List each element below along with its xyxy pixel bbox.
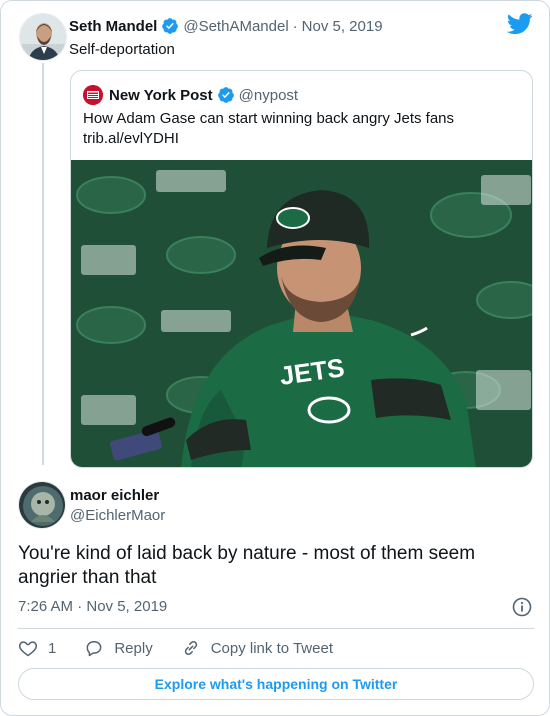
explore-twitter-button[interactable]: Explore what's happening on Twitter [18, 668, 534, 700]
copy-link-label: Copy link to Tweet [210, 639, 333, 657]
copy-link-button[interactable]: Copy link to Tweet [181, 638, 333, 658]
maor-eichler-avatar[interactable] [18, 481, 66, 529]
main-author-handle[interactable]: @EichlerMaor [70, 507, 165, 524]
verified-badge-icon [161, 17, 179, 35]
heart-icon [18, 641, 38, 657]
parent-author-handle[interactable]: @SethAMandel [183, 18, 288, 35]
thread-connector-line [42, 63, 44, 465]
quoted-headline: How Adam Gase can start winning back ang… [83, 110, 455, 127]
parent-tweet-date[interactable]: Nov 5, 2019 [302, 18, 383, 35]
quoted-tweet-header: New York Post @nypost [83, 85, 298, 105]
main-tweet-text: You're kind of laid back by nature - mos… [18, 543, 476, 588]
tweet-timestamp[interactable]: 7:26 AM · Nov 5, 2019 [18, 598, 167, 615]
divider [18, 628, 534, 629]
nypost-avatar[interactable] [83, 85, 103, 105]
parent-author-name[interactable]: Seth Mandel [69, 18, 157, 35]
quoted-author-handle[interactable]: @nypost [239, 87, 298, 104]
quoted-tweet[interactable]: New York Post @nypost How Adam Gase can … [70, 70, 533, 468]
quoted-tweet-text: How Adam Gase can start winning back ang… [83, 109, 523, 149]
main-author-name[interactable]: maor eichler [70, 487, 159, 504]
twitter-bird-icon[interactable] [507, 13, 533, 35]
tweet-actions: 1 Reply Copy link to Tweet [18, 637, 361, 659]
parent-tweet-header: Seth Mandel @SethAMandel · Nov 5, 2019 [69, 17, 383, 35]
link-icon [184, 640, 197, 656]
quoted-author-name[interactable]: New York Post [109, 87, 213, 104]
separator-dot: · [292, 17, 298, 35]
reply-button[interactable]: Reply [84, 638, 153, 658]
quoted-link[interactable]: trib.al/evlYDHI [83, 129, 523, 149]
like-count: 1 [48, 639, 57, 657]
verified-badge-icon [217, 86, 235, 104]
reply-icon [86, 641, 102, 657]
parent-tweet-text: Self-deportation [69, 41, 175, 58]
press-conference-photo[interactable]: JETS [71, 160, 533, 468]
info-icon[interactable] [512, 597, 532, 617]
reply-label: Reply [114, 639, 153, 657]
like-button[interactable]: 1 [18, 638, 56, 658]
tweet-embed-card: Seth Mandel @SethAMandel · Nov 5, 2019 S… [0, 0, 550, 716]
seth-mandel-avatar[interactable] [19, 13, 67, 61]
